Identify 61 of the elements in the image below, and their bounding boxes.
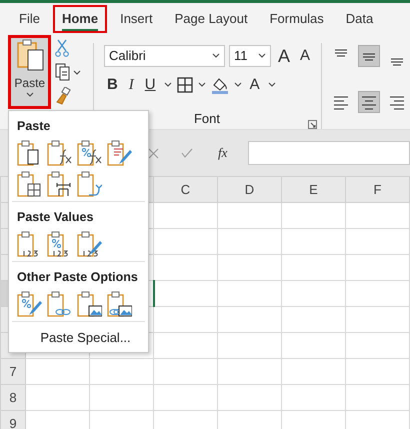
- ribbon-tab[interactable]: Insert: [111, 5, 162, 33]
- menu-section-heading: Paste: [16, 118, 52, 134]
- clipboard-grid-icon[interactable]: [16, 170, 42, 198]
- row-header[interactable]: 8: [0, 384, 26, 410]
- scissors-icon[interactable]: [55, 39, 70, 57]
- group-label: Font: [194, 110, 220, 128]
- clipboard-link-icon[interactable]: [46, 290, 72, 318]
- clipboard-icon: [14, 38, 45, 72]
- font-color-button[interactable]: A: [246, 75, 263, 95]
- formula-input[interactable]: [248, 141, 410, 165]
- caret-icon: [258, 53, 266, 59]
- close-icon[interactable]: [148, 148, 159, 158]
- paste-label: Paste: [14, 75, 46, 92]
- ribbon-tab[interactable]: Home: [52, 5, 108, 33]
- menu-section-heading: Paste Values: [16, 209, 94, 225]
- clipboard-percent-brush-icon[interactable]: [16, 290, 42, 318]
- shrink-font-button[interactable]: A: [296, 46, 313, 66]
- font-name-value: Calibri: [108, 47, 146, 66]
- clipboard-arrow-icon[interactable]: [76, 170, 102, 198]
- font-size-value: 11: [234, 47, 248, 66]
- ribbon-tab[interactable]: Formulas: [260, 5, 333, 33]
- ribbon-tab[interactable]: Page Layout: [166, 5, 257, 33]
- caret-icon[interactable]: [198, 82, 206, 88]
- dialog-launcher-icon[interactable]: [308, 120, 317, 128]
- column-header[interactable]: F: [346, 176, 410, 202]
- font-size-field[interactable]: 11: [228, 45, 271, 67]
- align-middle-icon[interactable]: [358, 45, 380, 67]
- column-header[interactable]: C: [154, 176, 218, 202]
- bold-button[interactable]: B: [104, 75, 121, 95]
- italic-button[interactable]: I: [126, 75, 137, 95]
- caret-icon: [26, 92, 34, 98]
- fill-color-icon[interactable]: [210, 76, 229, 94]
- clipboard-picture-icon[interactable]: [76, 290, 102, 318]
- ribbon-tab[interactable]: Data: [336, 5, 382, 33]
- borders-icon[interactable]: [176, 77, 193, 93]
- caret-icon[interactable]: [268, 82, 276, 88]
- clipboard-percent-formula-icon[interactable]: [76, 139, 102, 167]
- row-header[interactable]: 9: [0, 410, 26, 429]
- clipboard-linked-picture-icon[interactable]: [106, 290, 132, 318]
- clipboard-numbers-brush-icon[interactable]: [76, 230, 102, 258]
- row-header[interactable]: 7: [0, 358, 26, 384]
- copy-icon[interactable]: [55, 63, 82, 81]
- brush-icon[interactable]: [55, 87, 72, 105]
- insert-function-button[interactable]: fx: [215, 143, 230, 163]
- paste-special-item[interactable]: Paste Special...: [40, 330, 131, 345]
- underline-button[interactable]: U: [142, 75, 159, 95]
- ribbon-tab[interactable]: File: [10, 5, 49, 33]
- align-center-icon[interactable]: [358, 91, 380, 113]
- caret-icon[interactable]: [164, 82, 172, 88]
- clipboard-columns-icon[interactable]: [46, 170, 72, 198]
- caret-icon: [212, 53, 220, 59]
- font-name-field[interactable]: Calibri: [104, 45, 225, 67]
- column-header[interactable]: E: [282, 176, 346, 202]
- check-icon[interactable]: [181, 148, 193, 158]
- clipboard-formula-icon[interactable]: [46, 139, 72, 167]
- clipboard-brush-icon[interactable]: [106, 139, 132, 167]
- caret-icon[interactable]: [234, 82, 242, 88]
- grow-font-button[interactable]: A: [274, 46, 293, 66]
- menu-section-heading: Other Paste Options: [16, 269, 139, 285]
- paste-button[interactable]: Paste: [8, 35, 52, 109]
- column-header[interactable]: D: [218, 176, 282, 202]
